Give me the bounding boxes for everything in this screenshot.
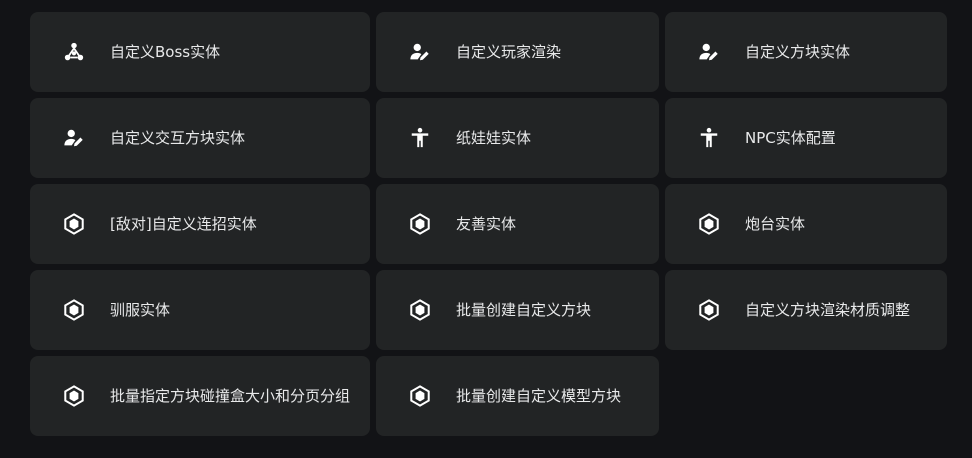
card-npc-entity-config[interactable]: NPC实体配置 bbox=[665, 98, 947, 178]
card-label: 自定义方块实体 bbox=[745, 43, 851, 61]
hexagon-icon bbox=[63, 213, 85, 235]
person-icon bbox=[409, 127, 431, 149]
hexagon-icon bbox=[698, 213, 720, 235]
card-label: 友善实体 bbox=[456, 215, 517, 233]
card-label: 批量创建自定义模型方块 bbox=[456, 387, 622, 405]
hexagon-icon bbox=[63, 385, 85, 407]
card-paper-doll-entity[interactable]: 纸娃娃实体 bbox=[376, 98, 659, 178]
card-label: 自定义交互方块实体 bbox=[110, 129, 246, 147]
card-batch-create-custom-block[interactable]: 批量创建自定义方块 bbox=[376, 270, 659, 350]
card-custom-interactive-block-entity[interactable]: 自定义交互方块实体 bbox=[30, 98, 370, 178]
hexagon-icon bbox=[409, 213, 431, 235]
hexagon-icon bbox=[698, 299, 720, 321]
card-batch-create-custom-model-block[interactable]: 批量创建自定义模型方块 bbox=[376, 356, 659, 436]
person-icon bbox=[698, 127, 720, 149]
card-hostile-combo-entity[interactable]: [敌对]自定义连招实体 bbox=[30, 184, 370, 264]
card-label: 自定义方块渲染材质调整 bbox=[745, 301, 911, 319]
card-custom-player-render[interactable]: 自定义玩家渲染 bbox=[376, 12, 659, 92]
boss-icon bbox=[63, 41, 85, 63]
card-label: 自定义Boss实体 bbox=[110, 43, 221, 61]
card-label: 炮台实体 bbox=[745, 215, 806, 233]
card-label: 驯服实体 bbox=[110, 301, 171, 319]
card-label: NPC实体配置 bbox=[745, 129, 836, 147]
card-turret-entity[interactable]: 炮台实体 bbox=[665, 184, 947, 264]
hexagon-icon bbox=[63, 299, 85, 321]
user-edit-icon bbox=[409, 41, 431, 63]
card-custom-block-render-material[interactable]: 自定义方块渲染材质调整 bbox=[665, 270, 947, 350]
card-label: 自定义玩家渲染 bbox=[456, 43, 562, 61]
card-friendly-entity[interactable]: 友善实体 bbox=[376, 184, 659, 264]
hexagon-icon bbox=[409, 299, 431, 321]
hexagon-icon bbox=[409, 385, 431, 407]
card-batch-block-hitbox-paging[interactable]: 批量指定方块碰撞盒大小和分页分组 bbox=[30, 356, 370, 436]
card-label: [敌对]自定义连招实体 bbox=[110, 215, 257, 233]
card-label: 批量指定方块碰撞盒大小和分页分组 bbox=[110, 387, 351, 405]
card-label: 纸娃娃实体 bbox=[456, 129, 532, 147]
card-custom-block-entity[interactable]: 自定义方块实体 bbox=[665, 12, 947, 92]
user-edit-icon bbox=[63, 127, 85, 149]
card-custom-boss-entity[interactable]: 自定义Boss实体 bbox=[30, 12, 370, 92]
card-label: 批量创建自定义方块 bbox=[456, 301, 592, 319]
card-tamed-entity[interactable]: 驯服实体 bbox=[30, 270, 370, 350]
user-edit-icon bbox=[698, 41, 720, 63]
